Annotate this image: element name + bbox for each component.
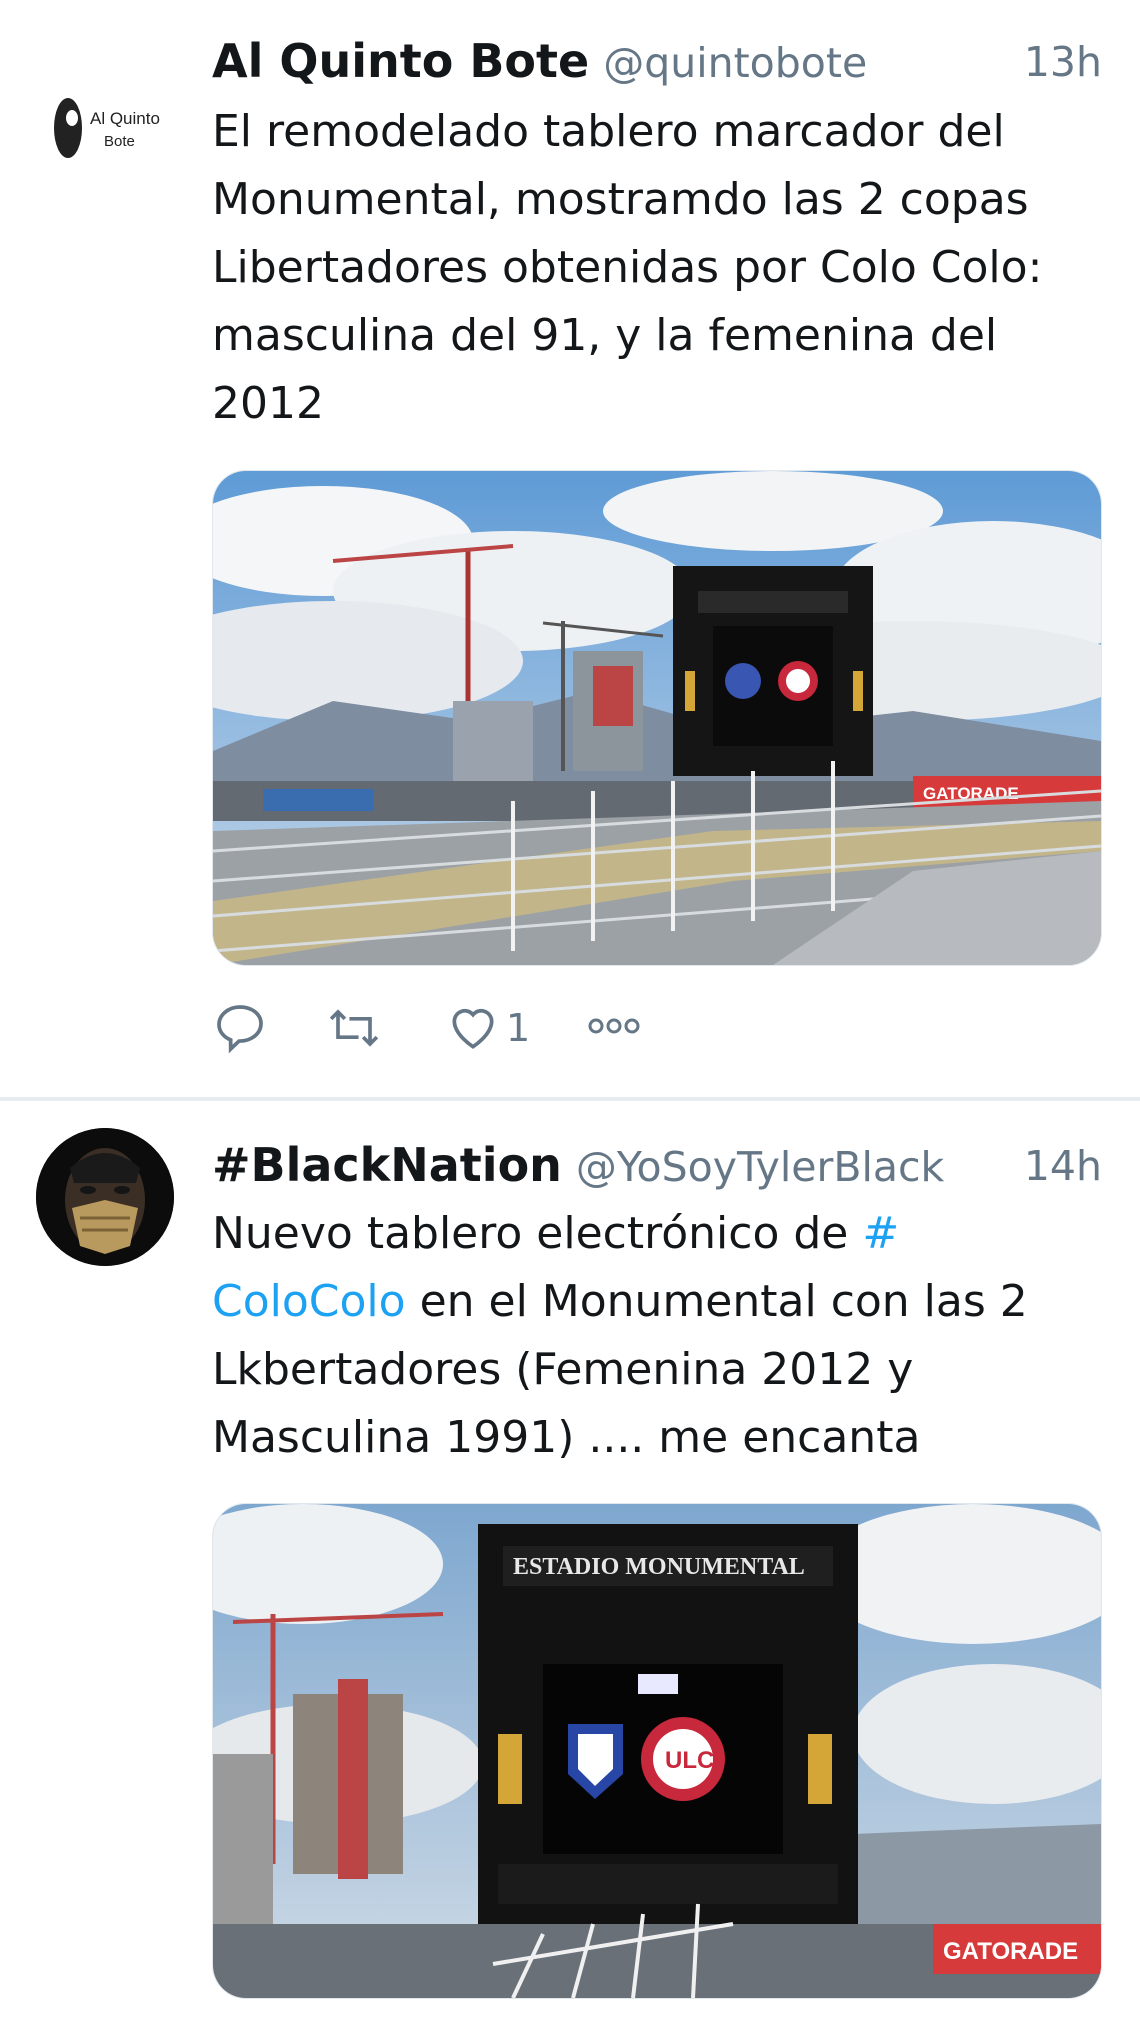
reply-button[interactable] xyxy=(212,1000,268,1056)
avatar-blacknation[interactable] xyxy=(36,1128,174,1266)
tweet-text-line: Lkbertadores (Femenina 2012 y xyxy=(212,1344,914,1395)
scoreboard-header-text: ESTADIO MONUMENTAL xyxy=(513,1554,805,1580)
hashtag-link[interactable]: ColoColo xyxy=(212,1276,406,1327)
tweet-media-photo[interactable]: GATORADE xyxy=(212,470,1102,966)
tweet-text-line: Masculina 1991) .... me encanta xyxy=(212,1412,921,1463)
tweet-text-line: Monumental, mostramdo las 2 copas xyxy=(212,174,1029,225)
tweet-divider xyxy=(0,1097,1140,1101)
display-name[interactable]: Al Quinto Bote xyxy=(212,34,589,88)
tweet-text-line: El remodelado tablero marcador del xyxy=(212,106,1005,157)
more-button[interactable] xyxy=(584,1006,644,1046)
tweet-actions: 1 xyxy=(212,1000,712,1064)
user-handle[interactable]: @YoSoyTylerBlack xyxy=(576,1143,944,1191)
more-icon xyxy=(588,1018,640,1034)
tweet-text-line: Nuevo tablero electrónico de # xyxy=(212,1200,1112,1268)
like-count: 1 xyxy=(506,1006,531,1050)
timestamp[interactable]: 14h xyxy=(1024,1142,1102,1190)
tweet-1[interactable]: Al Quinto Bote Al Quinto Bote @quintobote… xyxy=(0,0,1140,1098)
tweet-text-line: Libertadores obtenidas por Colo Colo: xyxy=(212,242,1043,293)
display-name[interactable]: #BlackNation xyxy=(212,1138,562,1192)
scoreboard-closeup-photo: ESTADIO MONUMENTAL ULC GATORADE xyxy=(213,1504,1101,1998)
avatar-logo-line1: Al Quinto xyxy=(90,109,160,128)
avatar-al-quinto-bote[interactable]: Al Quinto Bote xyxy=(34,58,174,198)
tweet-header: Al Quinto Bote @quintobote 13h xyxy=(212,34,1102,94)
text-segment: Nuevo tablero electrónico de xyxy=(212,1208,863,1259)
tweet-text-line: masculina del 91, y la femenina del xyxy=(212,310,998,361)
tweet-header: #BlackNation @YoSoyTylerBlack 14h xyxy=(212,1138,1102,1198)
tweet-text: El remodelado tablero marcador del Monum… xyxy=(212,98,1112,438)
heart-icon xyxy=(452,1008,494,1049)
sponsor-banner-text: GATORADE xyxy=(943,1938,1078,1965)
hashtag-link[interactable]: # xyxy=(862,1208,899,1259)
user-handle[interactable]: @quintobote xyxy=(603,39,867,87)
like-button[interactable]: 1 xyxy=(444,1000,530,1056)
retweet-button[interactable] xyxy=(322,1000,386,1056)
al-quinto-bote-logo: Al Quinto Bote xyxy=(34,58,174,198)
tweet-text-line: 2012 xyxy=(212,378,324,429)
crest-right-text: ULC xyxy=(665,1747,714,1774)
tweet-text: Nuevo tablero electrónico de # ColoColo … xyxy=(212,1200,1112,1472)
masked-face-avatar xyxy=(36,1128,174,1266)
reply-icon xyxy=(217,1005,263,1054)
avatar-logo-line2: Bote xyxy=(104,133,135,150)
text-segment: en el Monumental con las 2 xyxy=(405,1276,1028,1327)
retweet-icon xyxy=(329,1009,379,1047)
timestamp[interactable]: 13h xyxy=(1024,38,1102,86)
tweet-text-line: ColoColo en el Monumental con las 2 xyxy=(212,1268,1112,1336)
tweet-media-photo[interactable]: ESTADIO MONUMENTAL ULC GATORADE xyxy=(212,1503,1102,1999)
stadium-scoreboard-photo: GATORADE xyxy=(213,471,1101,965)
